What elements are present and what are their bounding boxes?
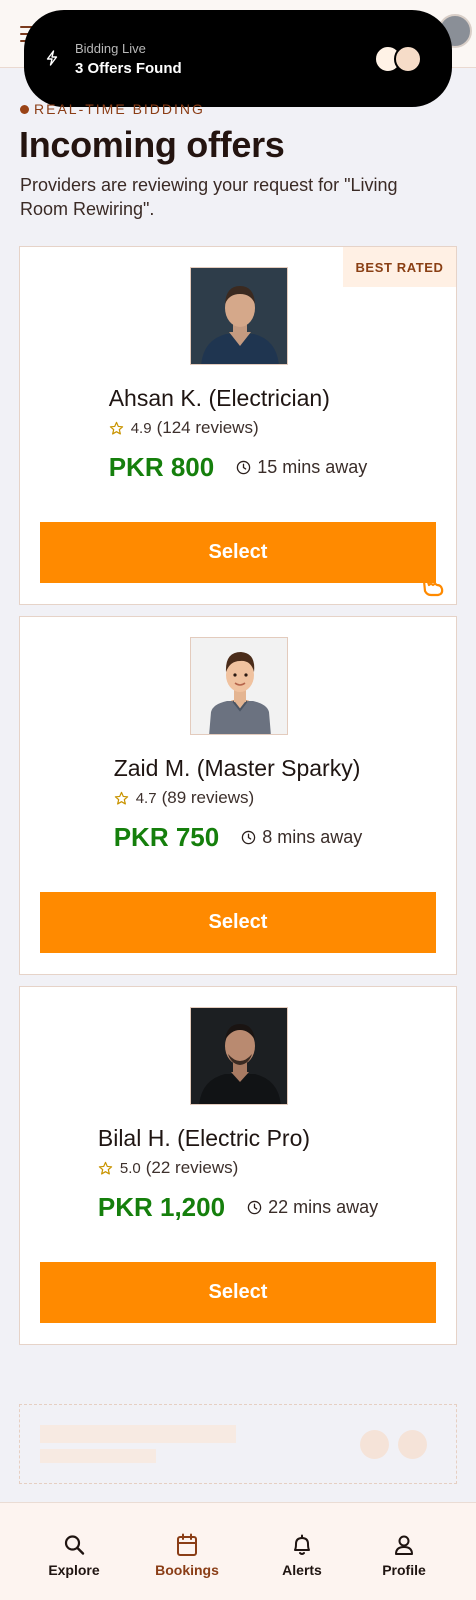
select-offer-button[interactable]: Select	[40, 892, 436, 953]
nav-label: Profile	[382, 1562, 426, 1578]
star-icon	[114, 791, 128, 805]
provider-photo	[190, 1007, 288, 1105]
nav-label: Explore	[48, 1562, 100, 1578]
island-title: 3 Offers Found	[75, 60, 182, 77]
offer-card: BEST RATED Ahsan K. (Electrician) 4.9 (1…	[19, 246, 457, 605]
provider-name: Zaid M. (Master Sparky)	[113, 755, 361, 781]
eta-distance: 22 mins away	[268, 1197, 379, 1217]
eyebrow-text: Real-Time Bidding	[34, 101, 205, 117]
rating-score: 4.7	[135, 789, 157, 807]
rating: 5.0 (22 reviews)	[98, 1158, 378, 1178]
page-subtitle: Providers are reviewing your request for…	[20, 175, 398, 219]
clock-icon	[241, 830, 256, 845]
hand-pointer-icon	[422, 577, 444, 597]
bell-icon	[294, 1534, 310, 1555]
bolt-icon	[46, 50, 58, 66]
clock-icon	[247, 1200, 262, 1215]
rating-score: 5.0	[119, 1159, 141, 1177]
calendar-icon	[177, 1533, 197, 1556]
search-icon	[64, 1535, 85, 1555]
live-activity-island[interactable]: Bidding Live 3 Offers Found	[24, 10, 452, 107]
page-title: Incoming offers	[19, 124, 285, 165]
provider-photo	[190, 637, 288, 735]
star-icon	[109, 421, 123, 435]
provider-photo	[190, 267, 288, 365]
select-offer-button[interactable]: Select	[40, 522, 436, 583]
nav-item-bookings[interactable]: Bookings	[132, 1503, 242, 1600]
rating: 4.9 (124 reviews)	[109, 418, 368, 438]
provider-name: Bilal H. (Electric Pro)	[97, 1125, 311, 1151]
review-count: (89 reviews)	[161, 788, 255, 807]
clock-icon	[236, 460, 251, 475]
select-offer-button[interactable]: Select	[40, 1262, 436, 1323]
bottom-nav: Explore Bookings Alerts Profile	[0, 1502, 476, 1600]
review-count: (124 reviews)	[156, 418, 259, 437]
rating-score: 4.9	[130, 419, 152, 437]
nav-item-profile[interactable]: Profile	[349, 1503, 459, 1600]
nav-item-explore[interactable]: Explore	[19, 1503, 129, 1600]
live-dot-icon	[20, 104, 29, 114]
provider-avatars-icon	[374, 45, 422, 73]
offer-price: PKR 800	[108, 452, 215, 482]
nav-label: Bookings	[155, 1562, 219, 1578]
provider-name: Ahsan K. (Electrician)	[108, 385, 330, 411]
loading-offer-placeholder	[19, 1404, 457, 1484]
offer-card: Zaid M. (Master Sparky) 4.7 (89 reviews)…	[19, 616, 457, 975]
skeleton-line	[40, 1425, 236, 1443]
eta-distance: 15 mins away	[257, 457, 368, 477]
user-icon	[395, 1535, 413, 1555]
star-icon	[98, 1161, 113, 1175]
island-subtitle: Bidding Live	[75, 41, 146, 56]
offer-price: PKR 750	[113, 822, 220, 852]
eta-distance: 8 mins away	[262, 827, 363, 847]
skeleton-line	[40, 1449, 156, 1463]
skeleton-avatar	[360, 1430, 389, 1459]
rating: 4.7 (89 reviews)	[114, 788, 363, 808]
offer-card: Bilal H. (Electric Pro) 5.0 (22 reviews)…	[19, 986, 457, 1345]
nav-label: Alerts	[282, 1562, 322, 1578]
best-rated-badge: BEST RATED	[343, 247, 456, 287]
review-count: (22 reviews)	[145, 1158, 239, 1177]
eyebrow-label: Real-Time Bidding	[20, 100, 205, 118]
skeleton-avatar	[398, 1430, 427, 1459]
nav-item-alerts[interactable]: Alerts	[247, 1503, 357, 1600]
offer-price: PKR 1,200	[97, 1192, 226, 1222]
